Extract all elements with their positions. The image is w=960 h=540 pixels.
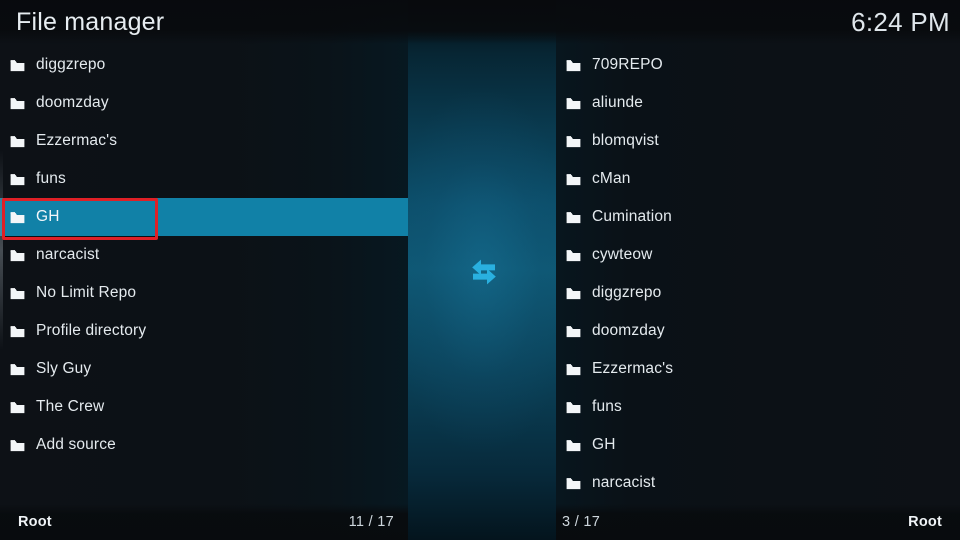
folder-icon bbox=[10, 173, 25, 185]
file-row-label: narcacist bbox=[36, 246, 100, 263]
file-row[interactable]: The Crew bbox=[0, 388, 408, 426]
folder-icon bbox=[566, 477, 581, 489]
file-row-label: diggzrepo bbox=[592, 284, 662, 301]
file-row-label: GH bbox=[592, 436, 616, 453]
folder-icon bbox=[10, 249, 25, 261]
file-row[interactable]: funs bbox=[0, 160, 408, 198]
left-file-list[interactable]: diggzrepo doomzday Ezzermac's funs GH narcaci… bbox=[0, 46, 408, 464]
file-row-label: Cumination bbox=[592, 208, 672, 225]
folder-icon bbox=[10, 363, 25, 375]
file-row-label: Ezzermac's bbox=[592, 360, 674, 377]
file-row-label: blomqvist bbox=[592, 132, 659, 149]
folder-icon bbox=[10, 439, 25, 451]
file-row[interactable]: blomqvist bbox=[556, 122, 960, 160]
file-row-label: Profile directory bbox=[36, 322, 147, 339]
file-row[interactable]: diggzrepo bbox=[0, 46, 408, 84]
file-manager-window: File manager 6:24 PM diggzrepo doomzday Ez… bbox=[0, 0, 960, 540]
file-row[interactable]: aliunde bbox=[556, 84, 960, 122]
file-row[interactable]: Sly Guy bbox=[0, 350, 408, 388]
file-row-label: cMan bbox=[592, 170, 631, 187]
file-row-label: narcacist bbox=[592, 474, 656, 491]
left-status-bar: Root 11 / 17 bbox=[0, 504, 408, 540]
file-row[interactable]: Ezzermac's bbox=[556, 350, 960, 388]
right-status-path: Root bbox=[908, 514, 942, 530]
folder-icon bbox=[566, 363, 581, 375]
left-scroll-indicator[interactable] bbox=[0, 150, 3, 350]
file-row-label: diggzrepo bbox=[36, 56, 106, 73]
file-row[interactable]: funs bbox=[556, 388, 960, 426]
page-title: File manager bbox=[16, 7, 165, 36]
file-row-label: Ezzermac's bbox=[36, 132, 118, 149]
file-row-label: doomzday bbox=[592, 322, 665, 339]
file-row-label: The Crew bbox=[36, 398, 105, 415]
file-row[interactable]: Add source bbox=[0, 426, 408, 464]
right-status-count: 3 / 17 bbox=[562, 514, 601, 530]
file-row-label: doomzday bbox=[36, 94, 109, 111]
file-row[interactable]: Ezzermac's bbox=[0, 122, 408, 160]
folder-icon bbox=[566, 135, 581, 147]
file-row[interactable]: doomzday bbox=[556, 312, 960, 350]
folder-icon bbox=[10, 325, 25, 337]
file-row-label: No Limit Repo bbox=[36, 284, 137, 301]
right-file-panel[interactable]: 709REPO aliunde blomqvist cMan Cumination cyw… bbox=[556, 46, 960, 504]
folder-icon bbox=[566, 325, 581, 337]
clock: 6:24 PM bbox=[851, 7, 950, 37]
right-status-bar: 3 / 17 Root bbox=[556, 504, 960, 540]
file-row-label: funs bbox=[592, 398, 622, 415]
folder-icon bbox=[566, 211, 581, 223]
folder-icon bbox=[566, 287, 581, 299]
file-row-label: Sly Guy bbox=[36, 360, 92, 377]
folder-icon bbox=[566, 59, 581, 71]
file-row[interactable]: Cumination bbox=[556, 198, 960, 236]
file-row[interactable]: No Limit Repo bbox=[0, 274, 408, 312]
folder-icon bbox=[10, 401, 25, 413]
file-row[interactable]: narcacist bbox=[0, 236, 408, 274]
folder-icon bbox=[10, 211, 25, 223]
folder-icon bbox=[10, 287, 25, 299]
folder-icon bbox=[566, 173, 581, 185]
file-row-label: Add source bbox=[36, 436, 116, 453]
file-row[interactable]: diggzrepo bbox=[556, 274, 960, 312]
right-file-list[interactable]: 709REPO aliunde blomqvist cMan Cumination cyw… bbox=[556, 46, 960, 502]
folder-icon bbox=[10, 59, 25, 71]
folder-icon bbox=[566, 97, 581, 109]
folder-icon bbox=[10, 135, 25, 147]
file-row-label: aliunde bbox=[592, 94, 644, 111]
folder-icon bbox=[566, 439, 581, 451]
file-row-label: GH bbox=[36, 208, 60, 225]
file-row-label: funs bbox=[36, 170, 66, 187]
left-status-path: Root bbox=[18, 514, 52, 530]
transfer-arrows-icon[interactable] bbox=[464, 256, 504, 288]
file-row[interactable]: 709REPO bbox=[556, 46, 960, 84]
file-row[interactable]: Profile directory bbox=[0, 312, 408, 350]
file-row-label: cywteow bbox=[592, 246, 653, 263]
file-row[interactable]: cMan bbox=[556, 160, 960, 198]
file-row[interactable]: GH bbox=[0, 198, 408, 236]
file-row[interactable]: GH bbox=[556, 426, 960, 464]
folder-icon bbox=[10, 97, 25, 109]
file-row[interactable]: narcacist bbox=[556, 464, 960, 502]
window-header: File manager 6:24 PM bbox=[0, 0, 960, 44]
left-file-panel[interactable]: diggzrepo doomzday Ezzermac's funs GH narcaci… bbox=[0, 46, 408, 504]
file-row-label: 709REPO bbox=[592, 56, 663, 73]
folder-icon bbox=[566, 401, 581, 413]
left-status-count: 11 / 17 bbox=[348, 514, 394, 530]
file-row[interactable]: cywteow bbox=[556, 236, 960, 274]
file-row[interactable]: doomzday bbox=[0, 84, 408, 122]
folder-icon bbox=[566, 249, 581, 261]
